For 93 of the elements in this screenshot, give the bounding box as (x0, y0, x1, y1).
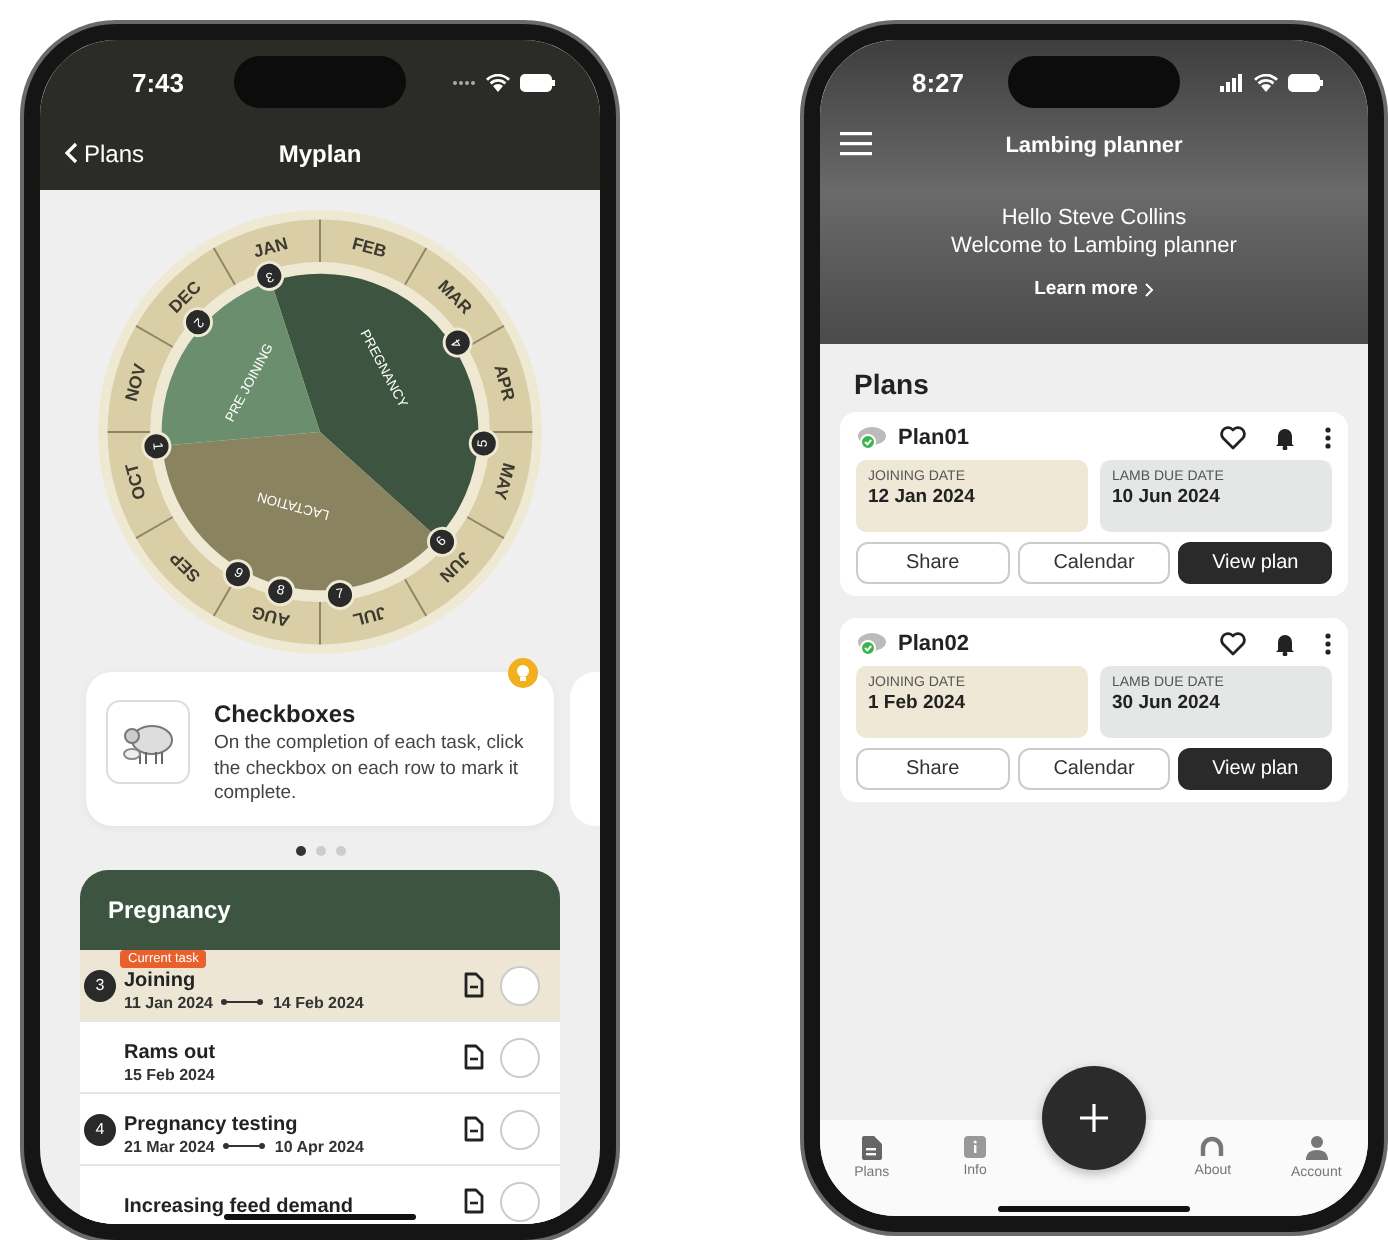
cloud-check-icon (856, 424, 888, 450)
month-label: JAN (251, 233, 290, 262)
month-label: SEP (165, 547, 205, 587)
date-range-line-icon (220, 998, 265, 1006)
add-button[interactable] (1042, 1066, 1146, 1170)
signal-icon (1220, 73, 1244, 91)
step-number: 4 (84, 1113, 116, 1145)
step-number: 3 (84, 969, 116, 1001)
document-icon (861, 1136, 882, 1160)
cloud-check-icon (856, 630, 888, 656)
date-value: 12 Jan 2024 (868, 486, 977, 508)
month-label: APR (490, 362, 520, 403)
wifi-icon (486, 73, 510, 91)
greeting-text: Hello Steve Collins (1001, 204, 1187, 232)
plus-icon (1080, 1104, 1108, 1132)
task-title: Rams out (124, 1041, 218, 1063)
task-date: 21 Mar 2024 (124, 1137, 215, 1155)
task-checkbox[interactable] (500, 1181, 540, 1221)
task-title: Pregnancy testing (124, 1113, 300, 1135)
info-icon (964, 1136, 987, 1158)
month-divider-line (106, 431, 152, 433)
month-label: JUL (351, 602, 388, 631)
task-checkbox[interactable] (500, 965, 540, 1005)
status-time: 8:27 (912, 67, 965, 97)
month-divider-line (135, 324, 174, 348)
screen-title: Myplan (278, 139, 362, 167)
sheep-sketch-icon (106, 700, 190, 784)
carousel-dot[interactable] (335, 846, 345, 856)
date-value: 30 Jun 2024 (1112, 692, 1222, 714)
plans-heading: Plans (854, 368, 931, 400)
task-title: Joining (124, 969, 198, 991)
heart-icon[interactable] (1220, 631, 1246, 655)
document-icon[interactable] (464, 1116, 484, 1142)
bell-icon[interactable] (1272, 425, 1298, 449)
month-label: MAY (490, 461, 520, 502)
task-date: 15 Feb 2024 (124, 1065, 215, 1083)
month-divider-line (488, 431, 534, 433)
signal-icon (452, 79, 476, 85)
plan-action-button[interactable]: Calendar (1017, 748, 1171, 790)
date-value: 10 Jun 2024 (1112, 486, 1222, 508)
back-link[interactable]: Plans (64, 139, 145, 167)
bell-icon[interactable] (1272, 631, 1298, 655)
month-divider-line (466, 324, 505, 348)
month-label: NOV (120, 361, 150, 404)
carousel-dot[interactable] (295, 846, 305, 856)
month-divider-line (319, 218, 321, 264)
plan-action-button[interactable]: View plan (1178, 748, 1332, 790)
plan-action-button[interactable]: View plan (1178, 542, 1332, 584)
back-label: Plans (84, 139, 145, 167)
welcome-text: Welcome to Lambing planner (951, 232, 1237, 262)
more-icon[interactable] (1324, 631, 1332, 655)
month-label: AUG (249, 602, 292, 632)
plan-action-button[interactable]: Share (856, 748, 1010, 790)
month-divider-line (319, 600, 321, 646)
battery-icon (520, 73, 556, 91)
plan-name: Plan01 (898, 425, 971, 449)
section-title: Pregnancy (80, 870, 560, 950)
month-label: FEB (350, 233, 389, 262)
task-date: 14 Feb 2024 (272, 993, 364, 1011)
month-divider-line (135, 516, 174, 540)
headset-icon (1200, 1136, 1225, 1158)
task-title: Increasing feed demand (124, 1195, 355, 1217)
month-divider-line (466, 516, 505, 540)
document-icon[interactable] (464, 1044, 484, 1070)
task-checkbox[interactable] (500, 1109, 540, 1149)
person-icon (1305, 1136, 1328, 1160)
task-date: 11 Jan 2024 (124, 993, 213, 1011)
date-value: 1 Feb 2024 (868, 692, 968, 714)
app-title: Lambing planner (1005, 134, 1183, 158)
plan-action-button[interactable]: Share (856, 542, 1010, 584)
document-icon[interactable] (464, 1188, 484, 1214)
heart-icon[interactable] (1220, 425, 1246, 449)
wifi-icon (1254, 73, 1278, 91)
chevron-right-icon (1143, 281, 1154, 297)
month-label: OCT (120, 461, 150, 502)
month-divider-line (404, 578, 428, 617)
tip-title: Checkboxes (214, 700, 358, 728)
date-range-line-icon (222, 1142, 267, 1150)
tip-text: On the completion of each task, click the checkbox on each row to mark it complete. (214, 732, 526, 807)
plan-action-button[interactable]: Calendar (1017, 542, 1171, 584)
document-icon[interactable] (464, 972, 484, 998)
month-divider-line (212, 247, 236, 286)
carousel-dot[interactable] (315, 846, 325, 856)
status-time: 7:43 (132, 67, 185, 97)
task-date: 10 Apr 2024 (274, 1137, 364, 1155)
plan-name: Plan02 (898, 631, 971, 655)
learn-more-link[interactable]: Learn more (1034, 278, 1154, 300)
task-checkbox[interactable] (500, 1037, 540, 1077)
battery-icon (1288, 73, 1324, 91)
month-divider-line (404, 247, 428, 286)
menu-button[interactable] (840, 130, 876, 158)
more-icon[interactable] (1324, 425, 1332, 449)
chevron-left-icon (64, 142, 78, 164)
